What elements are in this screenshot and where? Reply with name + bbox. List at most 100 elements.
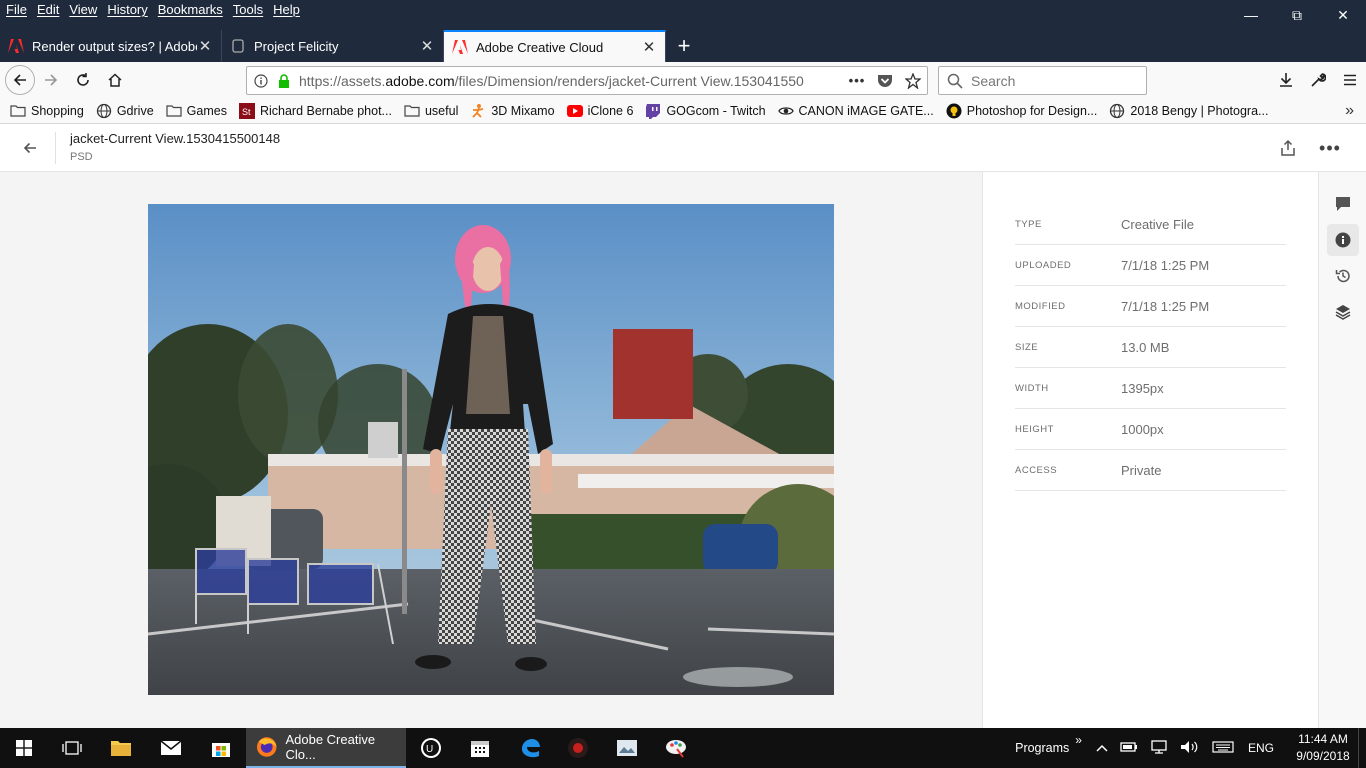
info-button[interactable] xyxy=(1327,224,1359,256)
reload-icon xyxy=(77,73,89,86)
mail-icon xyxy=(160,740,182,755)
clock[interactable]: 11:44 AM 9/09/2018 xyxy=(1288,731,1358,765)
chevron-double-right-icon[interactable]: » xyxy=(1345,102,1354,120)
history-icon xyxy=(1335,269,1350,283)
back-arrow-button[interactable] xyxy=(18,136,42,160)
bookmark-iclone-6[interactable]: iClone 6 xyxy=(566,103,633,119)
close-icon[interactable]: ✕ xyxy=(1320,0,1366,30)
bookmark-2018-bengy[interactable]: 2018 Bengy | Photogra... xyxy=(1109,103,1268,119)
info-icon[interactable] xyxy=(247,73,275,88)
asset-header: jacket-Current View.1530415500148 PSD ••… xyxy=(0,124,1366,172)
edge-button[interactable] xyxy=(506,728,554,768)
layers-button[interactable] xyxy=(1327,296,1359,328)
youtube-icon xyxy=(566,103,583,119)
menu-view[interactable]: View xyxy=(69,2,97,17)
downloads-button[interactable] xyxy=(1270,64,1302,96)
svg-text:St: St xyxy=(242,107,251,117)
mixamo-icon xyxy=(470,103,486,119)
tools-button[interactable] xyxy=(1302,64,1334,96)
search-placeholder: Search xyxy=(971,72,1016,89)
url-bar[interactable]: https://assets.adobe.com/files/Dimension… xyxy=(246,66,928,95)
download-icon xyxy=(1280,73,1292,87)
start-button[interactable] xyxy=(0,728,48,768)
calendar-button[interactable] xyxy=(456,728,504,768)
tab-strip: Render output sizes? | Adobe C ✕ Project… xyxy=(0,30,1366,62)
tab-project-felicity[interactable]: Project Felicity ✕ xyxy=(222,30,444,62)
chevron-up-icon[interactable] xyxy=(1096,741,1108,755)
restore-icon[interactable]: ⧉ xyxy=(1274,0,1320,30)
file-explorer-button[interactable] xyxy=(96,728,146,768)
app-button-photo[interactable] xyxy=(604,728,650,768)
page-actions-icon[interactable]: ••• xyxy=(843,73,871,88)
info-icon xyxy=(1335,232,1351,248)
search-input[interactable]: Search xyxy=(938,66,1147,95)
bookmark-useful[interactable]: useful xyxy=(404,103,458,119)
bookmark-photoshop-for-design[interactable]: Photoshop for Design... xyxy=(946,103,1097,119)
bookmark-3d-mixamo[interactable]: 3D Mixamo xyxy=(470,103,555,119)
back-button[interactable] xyxy=(5,65,35,95)
task-view-button[interactable] xyxy=(48,728,96,768)
forward-button[interactable] xyxy=(35,64,67,96)
mail-button[interactable] xyxy=(146,728,196,768)
unreal-engine-button[interactable]: U xyxy=(408,728,454,768)
svg-text:U: U xyxy=(426,744,433,755)
windows-icon xyxy=(16,740,32,756)
home-icon xyxy=(108,73,122,87)
search-icon xyxy=(947,73,963,89)
file-info-panel: TYPE Creative File UPLOADED 7/1/18 1:25 PM… xyxy=(984,172,1318,728)
comment-icon xyxy=(1336,197,1350,211)
windows-taskbar: Adobe Creative Clo... U Programs » ENG 1… xyxy=(0,728,1366,768)
clock-date: 9/09/2018 xyxy=(1296,749,1350,763)
bookmark-canon-image-gateway[interactable]: CANON iMAGE GATE... xyxy=(777,103,934,119)
close-tab-icon[interactable]: ✕ xyxy=(641,38,657,56)
close-tab-icon[interactable]: ✕ xyxy=(419,37,435,55)
taskbar-firefox-app[interactable]: Adobe Creative Clo... xyxy=(246,728,406,768)
bulb-icon xyxy=(946,103,962,119)
keyboard-icon[interactable] xyxy=(1212,740,1234,756)
app-button-red[interactable] xyxy=(556,728,600,768)
battery-icon[interactable] xyxy=(1120,741,1138,756)
store-button[interactable] xyxy=(196,728,246,768)
page-icon xyxy=(230,38,246,54)
bookmark-games[interactable]: Games xyxy=(166,103,227,119)
menu-history[interactable]: History xyxy=(107,2,147,17)
home-button[interactable] xyxy=(99,64,131,96)
app-button-paint[interactable] xyxy=(652,728,700,768)
bookmark-star-icon[interactable] xyxy=(899,72,927,89)
comments-button[interactable] xyxy=(1327,188,1359,220)
firefox-icon xyxy=(256,737,277,757)
menu-help[interactable]: Help xyxy=(273,2,300,17)
show-desktop-button[interactable] xyxy=(1358,728,1366,768)
st-icon: St xyxy=(238,102,255,119)
tab-title: Adobe Creative Cloud xyxy=(476,39,604,55)
new-tab-button[interactable]: + xyxy=(666,30,702,62)
chevron-double-right-icon[interactable]: » xyxy=(1075,733,1082,747)
pocket-icon[interactable] xyxy=(871,74,899,88)
more-options-button[interactable]: ••• xyxy=(1318,136,1342,160)
menu-edit[interactable]: Edit xyxy=(37,2,59,17)
bookmarks-bar: Shopping Gdrive Games St Richard Bernabe… xyxy=(0,98,1366,124)
tab-adobe-creative-cloud[interactable]: Adobe Creative Cloud ✕ xyxy=(444,30,666,62)
hamburger-menu-button[interactable] xyxy=(1334,64,1366,96)
bookmark-gogcom-twitch[interactable]: GOGcom - Twitch xyxy=(645,103,766,119)
close-tab-icon[interactable]: ✕ xyxy=(197,37,213,55)
menu-bookmarks[interactable]: Bookmarks xyxy=(158,2,223,17)
network-icon[interactable] xyxy=(1150,739,1168,757)
version-history-button[interactable] xyxy=(1327,260,1359,292)
minimize-icon[interactable]: — xyxy=(1228,0,1274,30)
tab-render-output[interactable]: Render output sizes? | Adobe C ✕ xyxy=(0,30,222,62)
reload-button[interactable] xyxy=(67,64,99,96)
paint-icon xyxy=(666,740,686,758)
clock-time: 11:44 AM xyxy=(1298,732,1348,746)
language-indicator[interactable]: ENG xyxy=(1248,741,1274,755)
bookmark-richard-bernabe[interactable]: St Richard Bernabe phot... xyxy=(238,102,392,119)
bookmark-shopping[interactable]: Shopping xyxy=(10,103,84,119)
share-button[interactable] xyxy=(1276,136,1300,160)
red-eye-icon xyxy=(568,738,588,758)
programs-toolbar[interactable]: Programs xyxy=(1015,741,1069,755)
bookmark-gdrive[interactable]: Gdrive xyxy=(96,103,154,119)
file-name: jacket-Current View.1530415500148 xyxy=(70,131,281,146)
volume-icon[interactable] xyxy=(1180,740,1198,757)
menu-tools[interactable]: Tools xyxy=(233,2,263,17)
menu-file[interactable]: File xyxy=(6,2,27,17)
